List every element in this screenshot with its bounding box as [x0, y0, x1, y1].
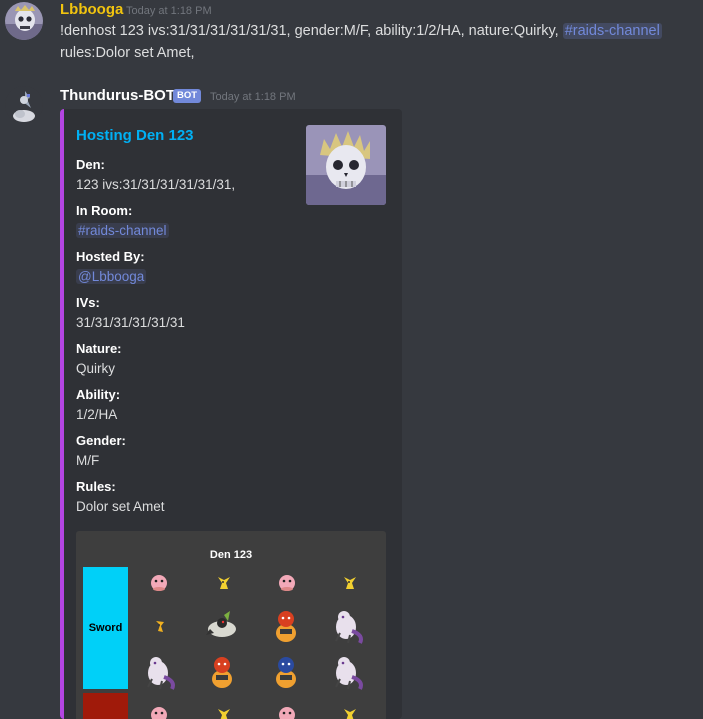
field-nature-name: Nature:	[76, 341, 122, 356]
pokemon-sprite	[268, 605, 304, 645]
pokemon-sprite	[272, 699, 302, 719]
message-text-line1: !denhost 123 ivs:31/31/31/31/31/31, gend…	[60, 21, 662, 41]
den-image[interactable]: Den 123 Sword	[76, 531, 386, 719]
channel-mention[interactable]: #raids-channel	[76, 223, 169, 238]
pokemon-sprite	[140, 651, 180, 691]
field-ability-name: Ability:	[76, 387, 121, 402]
pokemon-sprite	[334, 567, 364, 597]
username[interactable]: Thundurus-BOT	[60, 87, 175, 104]
channel-mention[interactable]: #raids-channel	[562, 23, 662, 39]
command-text: !denhost 123 ivs:31/31/31/31/31/31, gend…	[60, 23, 563, 39]
embed-card: Hosting Den 123 Den: 123 ivs:31/31/31/31…	[60, 109, 402, 719]
field-host-value: @Lbbooga	[76, 269, 147, 284]
field-ivs-value: 31/31/31/31/31/31	[76, 315, 185, 330]
user-avatar[interactable]	[5, 2, 43, 40]
pokemon-sprite	[208, 567, 238, 597]
pokemon-sprite	[208, 699, 238, 719]
pokemon-sprite	[328, 651, 368, 691]
bot-avatar[interactable]	[5, 86, 43, 124]
field-ivs-name: IVs:	[76, 295, 100, 310]
timestamp: Today at 1:18 PM	[126, 5, 212, 17]
pokemon-sprite	[144, 567, 174, 597]
field-host-name: Hosted By:	[76, 249, 145, 264]
pokemon-sprite	[144, 611, 174, 641]
username[interactable]: Lbbooga	[60, 1, 123, 18]
game-label-shield	[83, 693, 128, 719]
timestamp: Today at 1:18 PM	[210, 91, 296, 103]
field-gender-value: M/F	[76, 453, 100, 468]
embed-accent-bar	[60, 109, 64, 719]
game-label-sword: Sword	[83, 567, 128, 689]
pokemon-sprite	[204, 651, 240, 691]
field-room-value: #raids-channel	[76, 223, 169, 238]
pokemon-sprite	[202, 605, 242, 645]
pokemon-sprite	[144, 699, 174, 719]
field-den-name: Den:	[76, 157, 105, 172]
embed-title[interactable]: Hosting Den 123	[76, 127, 194, 144]
message-text-line2: rules:Dolor set Amet,	[60, 45, 195, 61]
bot-badge: BOT	[173, 89, 202, 103]
user-mention[interactable]: @Lbbooga	[76, 269, 147, 284]
field-den-value: 123 ivs:31/31/31/31/31/31,	[76, 177, 236, 192]
pokemon-sprite	[272, 567, 302, 597]
pokemon-sprite	[268, 651, 304, 691]
embed-thumbnail[interactable]	[306, 125, 386, 205]
pokemon-sprite	[334, 699, 364, 719]
field-rules-name: Rules:	[76, 479, 116, 494]
den-image-title: Den 123	[209, 549, 253, 561]
field-nature-value: Quirky	[76, 361, 116, 376]
field-room-name: In Room:	[76, 203, 133, 218]
field-ability-value: 1/2/HA	[76, 407, 118, 422]
field-rules-value: Dolor set Amet	[76, 499, 165, 514]
pokemon-sprite	[328, 605, 368, 645]
field-gender-name: Gender:	[76, 433, 126, 448]
